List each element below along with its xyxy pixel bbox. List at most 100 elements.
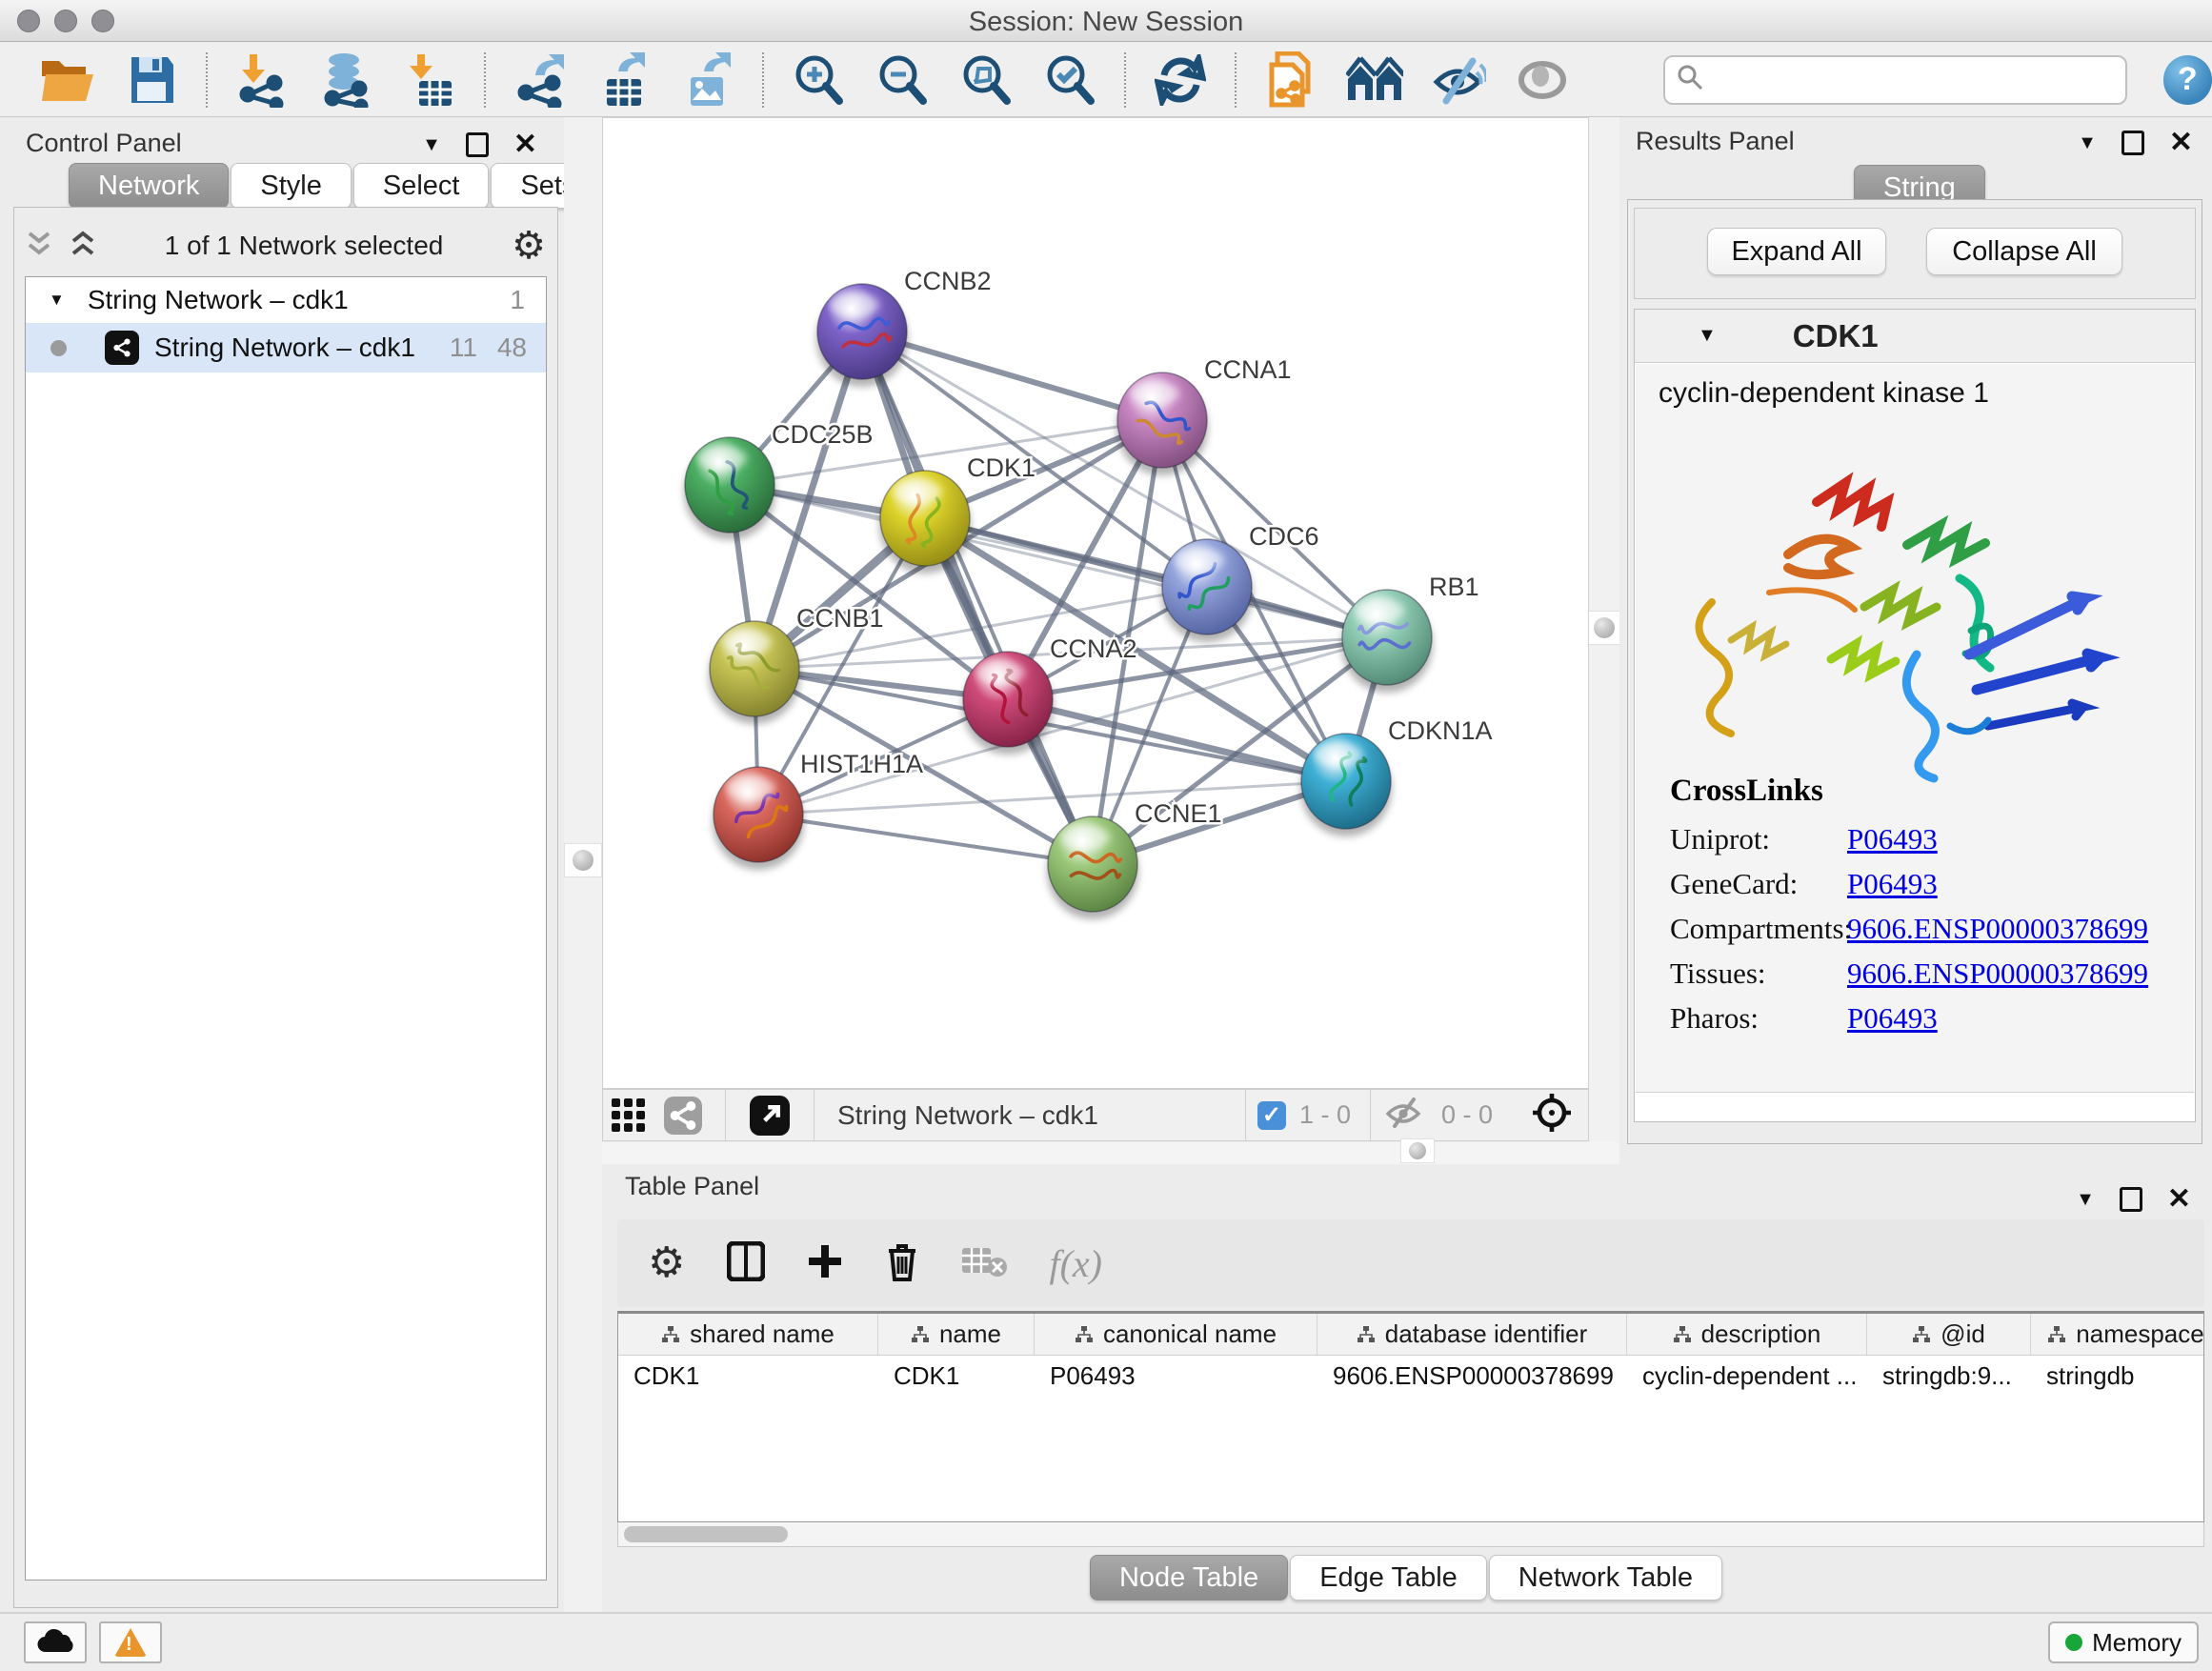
node-table[interactable]: shared namenamecanonical namedatabase id… [617, 1311, 2204, 1522]
open-in-window-button[interactable] [739, 1086, 800, 1145]
table-horizontal-scrollbar[interactable] [617, 1522, 2204, 1547]
protein-section-header[interactable]: ▼ CDK1 [1635, 310, 2195, 363]
help-button[interactable]: ? [2163, 55, 2212, 105]
column-type-icon [661, 1325, 680, 1344]
tab-edge-table[interactable]: Edge Table [1290, 1555, 1487, 1601]
node-CCNB1[interactable] [709, 621, 800, 724]
right-splitter[interactable] [1589, 117, 1619, 1164]
zoom-in-button[interactable] [789, 50, 848, 110]
collapse-all-networks-icon[interactable] [26, 230, 52, 263]
crosslink-value-link[interactable]: 9606.ENSP00000378699 [1847, 912, 2148, 956]
grid-view-icon[interactable] [603, 1086, 654, 1145]
global-search-field[interactable] [1663, 55, 2127, 105]
show-columns-icon[interactable] [727, 1241, 765, 1286]
node-CDKN1A[interactable] [1300, 734, 1392, 836]
node-CCNE1[interactable] [1047, 816, 1138, 919]
network-badge-icon[interactable] [654, 1086, 712, 1145]
left-splitter[interactable] [564, 117, 602, 1612]
collapse-all-button[interactable]: Collapse All [1926, 228, 2122, 275]
column-header-@id[interactable]: @id [1867, 1314, 2031, 1355]
float-panel-button[interactable]: ▼ [422, 134, 441, 156]
float-panel-button[interactable]: ▼ [2078, 132, 2097, 154]
tab-node-table[interactable]: Node Table [1090, 1555, 1288, 1601]
crosslink-value-link[interactable]: P06493 [1847, 1001, 1938, 1046]
expand-all-networks-icon[interactable] [70, 230, 96, 263]
node-CCNA2[interactable] [962, 652, 1054, 755]
clone-network-button[interactable] [1261, 50, 1320, 110]
column-header-namespace[interactable]: namespace [2031, 1314, 2204, 1355]
zoom-fit-button[interactable] [956, 50, 1016, 110]
maximize-panel-button[interactable] [2120, 1187, 2142, 1212]
close-panel-button[interactable]: ✕ [2169, 129, 2193, 157]
column-header-database-identifier[interactable]: database identifier [1317, 1314, 1627, 1355]
refresh-view-button[interactable] [1151, 50, 1210, 110]
hide-selected-button[interactable] [1429, 50, 1488, 110]
section-collapse-icon[interactable]: ▼ [1698, 325, 1717, 347]
add-column-icon[interactable] [807, 1243, 843, 1284]
search-input[interactable] [1713, 65, 2114, 94]
left-splitter-handle[interactable] [564, 843, 602, 877]
right-splitter-handle[interactable] [1585, 611, 1623, 645]
open-session-button[interactable] [38, 50, 97, 110]
close-panel-button[interactable]: ✕ [513, 131, 537, 159]
import-network-database-button[interactable] [316, 50, 375, 110]
help-icon: ? [2178, 61, 2198, 98]
node-RB1[interactable] [1341, 590, 1433, 693]
cloud-status-button[interactable] [24, 1621, 87, 1663]
tab-style[interactable]: Style [231, 163, 351, 209]
open-folder-icon [40, 55, 95, 105]
column-header-description[interactable]: description [1627, 1314, 1867, 1355]
collection-expand-icon[interactable]: ▼ [49, 291, 65, 310]
horizontal-splitter-handle[interactable] [1400, 1138, 1435, 1163]
import-table-file-button[interactable] [400, 50, 459, 110]
memory-button[interactable]: Memory [2048, 1621, 2199, 1663]
tab-select[interactable]: Select [353, 163, 490, 209]
crosslink-label: Uniprot: [1670, 822, 1847, 867]
selected-indicator-checkbox[interactable]: ✓ [1257, 1101, 1286, 1130]
window-title: Session: New Session [0, 7, 2212, 38]
tab-network[interactable]: Network [69, 163, 229, 209]
export-image-button[interactable] [678, 50, 737, 110]
save-session-button[interactable] [122, 50, 181, 110]
show-all-button[interactable] [1513, 50, 1572, 110]
network-canvas[interactable]: CCNB2CCNA1CDC25BCDK1CDC6RB1CCNB1CCNA2CDK… [602, 117, 1589, 1089]
node-CCNA1[interactable] [1116, 372, 1208, 475]
network-row[interactable]: String Network – cdk1 11 48 [26, 323, 546, 372]
maximize-panel-button[interactable] [2122, 131, 2144, 155]
tab-network-table[interactable]: Network Table [1489, 1555, 1722, 1601]
edge-HIST1H1A-CCNE1[interactable] [758, 815, 1093, 864]
crosslink-label: Pharos: [1670, 1001, 1847, 1046]
network-node-count: 11 [450, 332, 477, 363]
crosslink-value-link[interactable]: P06493 [1847, 867, 1938, 912]
export-network-button[interactable] [511, 50, 570, 110]
column-header-shared-name[interactable]: shared name [618, 1314, 878, 1355]
network-graph[interactable]: CCNB2CCNA1CDC25BCDK1CDC6RB1CCNB1CCNA2CDK… [603, 118, 1588, 1088]
table-row[interactable]: CDK1CDK1P064939606.ENSP00000378699cyclin… [618, 1356, 2203, 1396]
network-collection-row[interactable]: ▼ String Network – cdk1 1 [26, 277, 546, 323]
table-settings-gear-icon[interactable]: ⚙ [648, 1242, 685, 1284]
node-CDK1[interactable] [879, 471, 971, 574]
crosslink-value-link[interactable]: 9606.ENSP00000378699 [1847, 956, 2148, 1001]
zoom-out-button[interactable] [873, 50, 932, 110]
gear-icon[interactable]: ⚙ [512, 227, 546, 265]
first-neighbors-button[interactable] [1345, 50, 1404, 110]
node-CDC6[interactable] [1161, 539, 1253, 642]
close-panel-button[interactable]: ✕ [2167, 1185, 2191, 1214]
column-header-name[interactable]: name [878, 1314, 1035, 1355]
column-header-canonical-name[interactable]: canonical name [1035, 1314, 1317, 1355]
export-table-button[interactable] [594, 50, 654, 110]
float-panel-button[interactable]: ▼ [2076, 1189, 2095, 1211]
import-network-file-button[interactable] [232, 50, 292, 110]
protein-results-scroll[interactable]: ▼ CDK1 cyclin-dependent kinase 1 [1634, 309, 2196, 1122]
delete-column-icon[interactable] [885, 1241, 919, 1286]
node-CDC25B[interactable] [684, 437, 775, 540]
expand-all-button[interactable]: Expand All [1707, 228, 1886, 275]
crosslink-value-link[interactable]: P06493 [1847, 822, 1938, 867]
scrollbar-thumb[interactable] [624, 1526, 788, 1542]
maximize-panel-button[interactable] [466, 132, 489, 157]
node-HIST1H1A[interactable] [713, 767, 804, 870]
warnings-button[interactable] [99, 1621, 162, 1663]
zoom-selected-button[interactable] [1040, 50, 1099, 110]
birds-eye-view-icon[interactable] [1531, 1092, 1573, 1138]
node-CCNB2[interactable] [816, 284, 908, 387]
